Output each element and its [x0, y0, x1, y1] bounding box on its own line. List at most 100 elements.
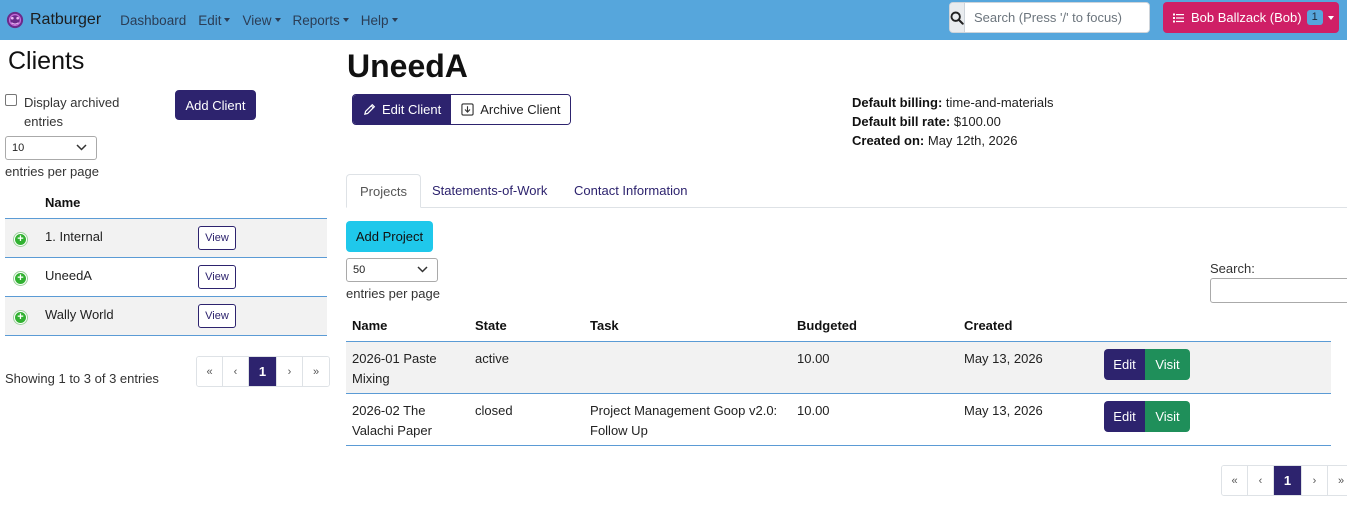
expand-plus-icon[interactable]: + [14, 233, 27, 246]
search-icon [950, 11, 964, 25]
search-button[interactable] [950, 3, 965, 32]
tab-projects[interactable]: Projects [346, 174, 421, 208]
pencil-icon [364, 103, 376, 115]
projects-pagination: « ‹ 1 › » [1221, 465, 1347, 496]
caret-down-icon [1327, 15, 1334, 20]
billing-value: time-and-materials [945, 95, 1054, 110]
visit-project-button[interactable]: Visit [1145, 349, 1190, 380]
brand-name: Ratburger [30, 11, 102, 28]
pager-first[interactable]: « [197, 357, 223, 386]
edit-project-button[interactable]: Edit [1104, 401, 1145, 432]
pager-last[interactable]: » [303, 357, 329, 386]
pager-prev[interactable]: ‹ [223, 357, 249, 386]
client-actions: Edit Client Archive Client [352, 94, 572, 125]
tab-contact-information[interactable]: Contact Information [574, 174, 687, 208]
nav-edit-label: Edit [198, 12, 222, 28]
nav-view-menu[interactable]: View [242, 12, 281, 28]
client-name: UneedA [45, 268, 92, 283]
brand-link[interactable]: Ratburger [6, 0, 101, 40]
col-task-header[interactable]: Task [590, 318, 619, 333]
view-client-button[interactable]: View [198, 265, 236, 289]
nav-help-menu[interactable]: Help [361, 13, 398, 28]
expand-plus-icon[interactable]: + [14, 311, 27, 324]
archive-client-label: Archive Client [480, 102, 561, 117]
view-client-button[interactable]: View [198, 304, 236, 328]
archive-client-button[interactable]: Archive Client [451, 95, 571, 124]
project-name[interactable]: 2026-02 The Valachi Paper [352, 401, 432, 440]
pager-page-1[interactable]: 1 [249, 357, 277, 386]
add-client-button[interactable]: Add Client [175, 90, 256, 120]
nav-reports-menu[interactable]: Reports [293, 13, 349, 28]
pager-first[interactable]: « [1222, 466, 1248, 495]
chevron-down-icon [417, 266, 428, 273]
user-menu-button[interactable]: Bob Ballzack (Bob) 1 [1163, 2, 1339, 33]
pager-next[interactable]: › [277, 357, 303, 386]
caret-down-icon [224, 18, 231, 22]
add-project-button[interactable]: Add Project [346, 221, 433, 252]
clients-heading: Clients [8, 47, 85, 75]
display-archived-label: Display archived entries [24, 95, 120, 129]
caret-down-icon [342, 18, 349, 22]
nav-dashboard-label: Dashboard [120, 12, 187, 28]
project-task-line: Follow Up [590, 422, 648, 438]
project-created: May 13, 2026 [964, 403, 1043, 418]
edit-project-button[interactable]: Edit [1104, 349, 1145, 380]
list-icon [1173, 13, 1184, 22]
clients-name-header[interactable]: Name [5, 190, 327, 219]
client-title: UneedA [347, 48, 468, 84]
clients-showing-info: Showing 1 to 3 of 3 entries [5, 371, 159, 386]
projects-search-input[interactable] [1210, 278, 1347, 303]
clients-entries-value: 10 [12, 142, 25, 154]
display-archived-checkbox[interactable] [5, 94, 17, 106]
project-name-line: 2026-01 Paste [352, 351, 437, 366]
projects-entries-label: entries per page [346, 286, 440, 301]
created-key: Created on: [852, 133, 925, 148]
project-actions: Edit Visit [1104, 401, 1190, 432]
projects-table: Name State Task Budgeted Created 2026-01… [346, 312, 1331, 446]
project-name-line: Valachi Paper [352, 422, 432, 438]
ratburger-logo-icon [6, 11, 24, 29]
edit-client-label: Edit Client [382, 102, 442, 117]
clients-pagination: « ‹ 1 › » [196, 356, 330, 387]
table-row: + 1. Internal View [5, 219, 327, 258]
project-task-line: Project Management Goop v2.0: [590, 403, 778, 418]
created-value: May 12th, 2026 [927, 133, 1018, 148]
col-state-header[interactable]: State [475, 318, 507, 333]
display-archived-toggle[interactable]: Display archived entries [5, 93, 134, 131]
global-search-input[interactable] [965, 3, 1149, 32]
visit-project-button[interactable]: Visit [1145, 401, 1190, 432]
user-name: Bob Ballzack (Bob) [1191, 10, 1302, 25]
view-client-button[interactable]: View [198, 226, 236, 250]
client-name: Wally World [45, 307, 114, 322]
pager-last[interactable]: » [1328, 466, 1347, 495]
caret-down-icon [391, 18, 398, 22]
col-created-header[interactable]: Created [964, 318, 1012, 333]
global-search [949, 2, 1150, 33]
pager-prev[interactable]: ‹ [1248, 466, 1274, 495]
projects-search-label: Search: [1210, 261, 1255, 276]
nav-view-label: View [242, 12, 272, 28]
nav-help-label: Help [360, 12, 389, 28]
nav-edit-menu[interactable]: Edit [198, 12, 231, 28]
col-name-header[interactable]: Name [352, 318, 387, 333]
col-budgeted-header[interactable]: Budgeted [797, 318, 857, 333]
tab-statements-of-work[interactable]: Statements-of-Work [432, 174, 547, 208]
billing-key: Default billing: [852, 95, 943, 110]
expand-plus-icon[interactable]: + [14, 272, 27, 285]
projects-entries-select[interactable]: 50 [346, 258, 438, 282]
nav-dashboard[interactable]: Dashboard [120, 13, 186, 28]
archive-download-icon [461, 103, 474, 116]
bill-rate-value: $100.00 [953, 114, 1001, 129]
edit-client-button[interactable]: Edit Client [353, 95, 452, 124]
nav-reports-label: Reports [292, 12, 340, 28]
pager-page-1[interactable]: 1 [1274, 466, 1302, 495]
clients-entries-select[interactable]: 10 [5, 136, 97, 160]
pager-next[interactable]: › [1302, 466, 1328, 495]
project-name[interactable]: 2026-01 Paste Mixing [352, 349, 437, 388]
table-row: + UneedA View [5, 258, 327, 297]
clients-table: Name + 1. Internal View + UneedA View + … [5, 190, 327, 336]
bill-rate-key: Default bill rate: [852, 114, 951, 129]
project-budgeted: 10.00 [797, 403, 830, 418]
table-row: + Wally World View [5, 297, 327, 336]
caret-down-icon [274, 18, 281, 22]
